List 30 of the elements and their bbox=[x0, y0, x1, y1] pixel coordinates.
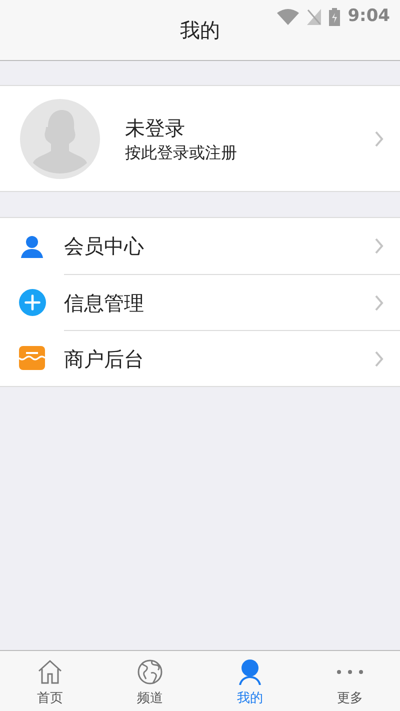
profile-card[interactable]: 未登录 按此登录或注册 bbox=[0, 85, 400, 192]
more-icon bbox=[336, 668, 364, 676]
home-icon bbox=[37, 659, 63, 685]
login-status: 未登录 bbox=[125, 114, 186, 142]
page-title: 我的 bbox=[180, 17, 220, 44]
tab[interactable]: 我的 bbox=[200, 651, 300, 711]
tab[interactable]: 频道 bbox=[100, 651, 200, 711]
avatar-icon bbox=[20, 98, 100, 178]
menu-label: 商户后台 bbox=[64, 346, 145, 372]
menu-item[interactable]: 商户后台 bbox=[0, 330, 400, 386]
menu-item[interactable]: 会员中心 bbox=[0, 218, 400, 274]
tab[interactable]: 首页 bbox=[0, 651, 100, 711]
battery-icon bbox=[328, 8, 340, 26]
globe-icon bbox=[137, 659, 163, 685]
chevron-right-icon bbox=[374, 350, 384, 368]
menu-label: 会员中心 bbox=[64, 233, 145, 260]
person-icon bbox=[237, 659, 263, 685]
person-icon bbox=[20, 234, 44, 258]
chevron-right-icon bbox=[374, 237, 384, 255]
plus-circle-icon bbox=[18, 288, 46, 316]
status-time: 9:04 bbox=[348, 5, 390, 28]
menu-label: 信息管理 bbox=[64, 290, 145, 316]
chevron-right-icon bbox=[374, 294, 384, 312]
wifi-icon bbox=[276, 8, 299, 25]
no-signal-icon bbox=[306, 8, 321, 25]
login-hint: 按此登录或注册 bbox=[125, 142, 238, 164]
shop-icon bbox=[19, 346, 45, 370]
tab[interactable]: 更多 bbox=[300, 651, 400, 711]
chevron-right-icon bbox=[374, 130, 384, 148]
menu-item[interactable]: 信息管理 bbox=[0, 274, 400, 330]
